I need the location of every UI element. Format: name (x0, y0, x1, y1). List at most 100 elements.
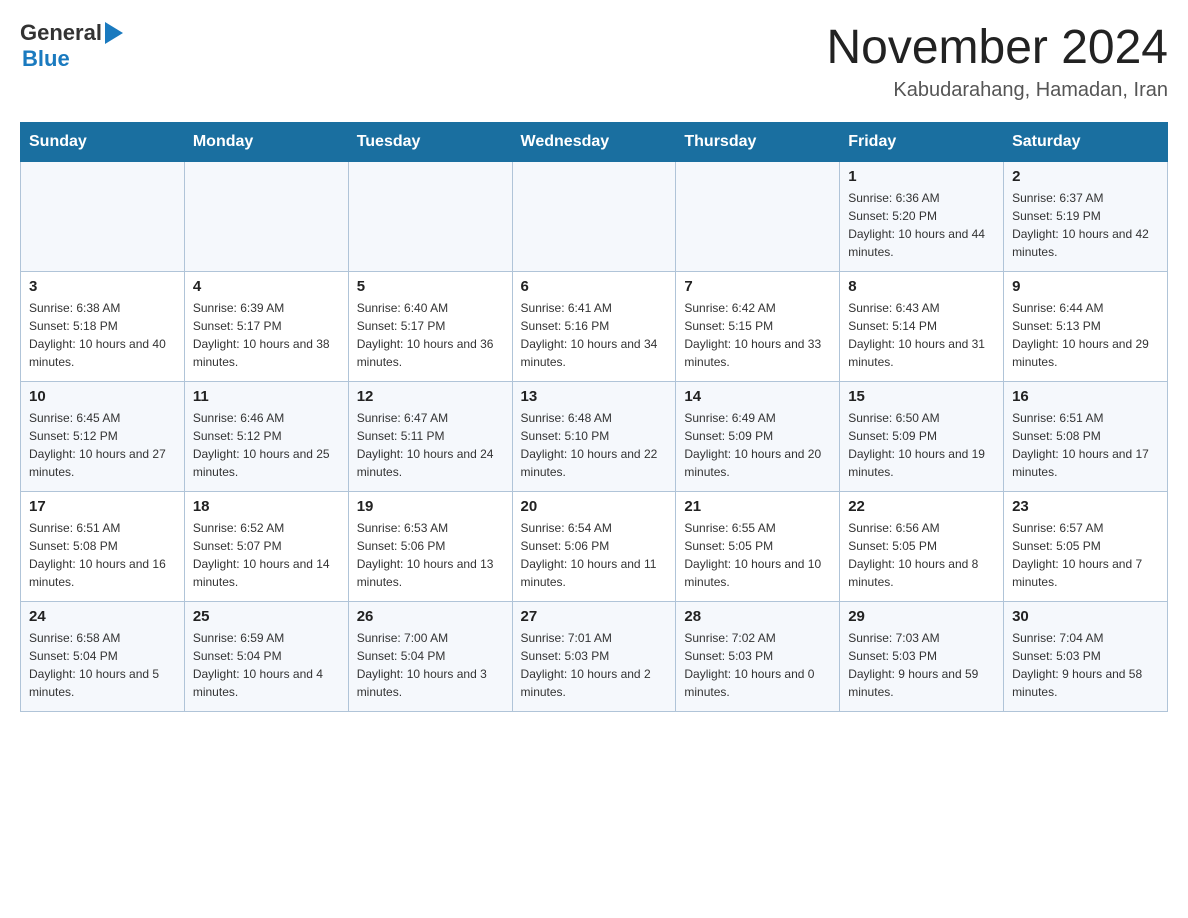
day-info: Sunrise: 6:51 AMSunset: 5:08 PMDaylight:… (29, 519, 176, 591)
calendar-cell: 7Sunrise: 6:42 AMSunset: 5:15 PMDaylight… (676, 272, 840, 382)
calendar-cell: 1 Sunrise: 6:36 AMSunset: 5:20 PMDaylight… (840, 162, 1004, 272)
day-info: Sunrise: 7:02 AMSunset: 5:03 PMDaylight:… (684, 629, 831, 701)
day-info: Sunrise: 6:51 AMSunset: 5:08 PMDaylight:… (1012, 409, 1159, 481)
day-number: 28 (684, 608, 831, 625)
logo-general: General (20, 20, 102, 46)
day-number: 20 (521, 498, 668, 515)
day-info: Sunrise: 7:03 AMSunset: 5:03 PMDaylight:… (848, 629, 995, 701)
day-info: Sunrise: 6:36 AMSunset: 5:20 PMDaylight:… (848, 189, 995, 261)
week-row-2: 3 Sunrise: 6:38 AMSunset: 5:18 PMDaylight… (21, 272, 1168, 382)
logo: General Blue (20, 20, 123, 72)
calendar-cell: 23 Sunrise: 6:57 AMSunset: 5:05 PMDayligh… (1004, 492, 1168, 602)
day-number: 24 (29, 608, 176, 625)
day-info: Sunrise: 6:48 AMSunset: 5:10 PMDaylight:… (521, 409, 668, 481)
calendar-cell: 25 Sunrise: 6:59 AMSunset: 5:04 PMDayligh… (184, 602, 348, 712)
day-info: Sunrise: 6:52 AMSunset: 5:07 PMDaylight:… (193, 519, 340, 591)
location: Kabudarahang, Hamadan, Iran (826, 79, 1168, 102)
day-header-thursday: Thursday (676, 123, 840, 162)
calendar-cell: 9Sunrise: 6:44 AMSunset: 5:13 PMDaylight… (1004, 272, 1168, 382)
day-number: 6 (521, 278, 668, 295)
day-number: 27 (521, 608, 668, 625)
day-header-monday: Monday (184, 123, 348, 162)
day-info: Sunrise: 6:44 AMSunset: 5:13 PMDaylight:… (1012, 299, 1159, 371)
day-number: 29 (848, 608, 995, 625)
calendar-cell: 16Sunrise: 6:51 AMSunset: 5:08 PMDayligh… (1004, 382, 1168, 492)
week-row-5: 24Sunrise: 6:58 AMSunset: 5:04 PMDayligh… (21, 602, 1168, 712)
day-number: 1 (848, 168, 995, 185)
day-number: 22 (848, 498, 995, 515)
page-header: General Blue November 2024 Kabudarahang,… (20, 20, 1168, 102)
day-number: 4 (193, 278, 340, 295)
day-header-row: SundayMondayTuesdayWednesdayThursdayFrid… (21, 123, 1168, 162)
calendar-cell: 13 Sunrise: 6:48 AMSunset: 5:10 PMDayligh… (512, 382, 676, 492)
calendar-cell: 22 Sunrise: 6:56 AMSunset: 5:05 PMDayligh… (840, 492, 1004, 602)
calendar-cell: 15 Sunrise: 6:50 AMSunset: 5:09 PMDayligh… (840, 382, 1004, 492)
day-number: 13 (521, 388, 668, 405)
calendar-cell: 21Sunrise: 6:55 AMSunset: 5:05 PMDayligh… (676, 492, 840, 602)
day-info: Sunrise: 6:37 AMSunset: 5:19 PMDaylight:… (1012, 189, 1159, 261)
day-info: Sunrise: 7:04 AMSunset: 5:03 PMDaylight:… (1012, 629, 1159, 701)
calendar-cell: 14 Sunrise: 6:49 AMSunset: 5:09 PMDayligh… (676, 382, 840, 492)
calendar-cell: 10 Sunrise: 6:45 AMSunset: 5:12 PMDayligh… (21, 382, 185, 492)
day-info: Sunrise: 6:47 AMSunset: 5:11 PMDaylight:… (357, 409, 504, 481)
day-info: Sunrise: 6:41 AMSunset: 5:16 PMDaylight:… (521, 299, 668, 371)
day-number: 23 (1012, 498, 1159, 515)
day-number: 12 (357, 388, 504, 405)
calendar-cell: 29 Sunrise: 7:03 AMSunset: 5:03 PMDayligh… (840, 602, 1004, 712)
calendar-cell: 6 Sunrise: 6:41 AMSunset: 5:16 PMDaylight… (512, 272, 676, 382)
logo-arrow-icon (105, 22, 123, 44)
day-number: 3 (29, 278, 176, 295)
day-info: Sunrise: 6:59 AMSunset: 5:04 PMDaylight:… (193, 629, 340, 701)
week-row-4: 17 Sunrise: 6:51 AMSunset: 5:08 PMDayligh… (21, 492, 1168, 602)
calendar-cell: 19 Sunrise: 6:53 AMSunset: 5:06 PMDayligh… (348, 492, 512, 602)
calendar-cell: 26Sunrise: 7:00 AMSunset: 5:04 PMDayligh… (348, 602, 512, 712)
day-info: Sunrise: 6:42 AMSunset: 5:15 PMDaylight:… (684, 299, 831, 371)
day-number: 25 (193, 608, 340, 625)
day-info: Sunrise: 6:53 AMSunset: 5:06 PMDaylight:… (357, 519, 504, 591)
calendar-cell: 20 Sunrise: 6:54 AMSunset: 5:06 PMDayligh… (512, 492, 676, 602)
day-number: 14 (684, 388, 831, 405)
day-header-tuesday: Tuesday (348, 123, 512, 162)
day-number: 10 (29, 388, 176, 405)
day-info: Sunrise: 7:01 AMSunset: 5:03 PMDaylight:… (521, 629, 668, 701)
day-number: 18 (193, 498, 340, 515)
calendar-cell (184, 162, 348, 272)
day-header-wednesday: Wednesday (512, 123, 676, 162)
calendar-cell (348, 162, 512, 272)
calendar-cell: 17 Sunrise: 6:51 AMSunset: 5:08 PMDayligh… (21, 492, 185, 602)
day-info: Sunrise: 6:56 AMSunset: 5:05 PMDaylight:… (848, 519, 995, 591)
day-info: Sunrise: 6:40 AMSunset: 5:17 PMDaylight:… (357, 299, 504, 371)
calendar-cell: 8Sunrise: 6:43 AMSunset: 5:14 PMDaylight… (840, 272, 1004, 382)
day-info: Sunrise: 6:46 AMSunset: 5:12 PMDaylight:… (193, 409, 340, 481)
day-header-sunday: Sunday (21, 123, 185, 162)
day-info: Sunrise: 6:38 AMSunset: 5:18 PMDaylight:… (29, 299, 176, 371)
calendar-table: SundayMondayTuesdayWednesdayThursdayFrid… (20, 122, 1168, 712)
day-number: 15 (848, 388, 995, 405)
calendar-cell (676, 162, 840, 272)
calendar-cell: 4 Sunrise: 6:39 AMSunset: 5:17 PMDaylight… (184, 272, 348, 382)
calendar-cell (512, 162, 676, 272)
calendar-cell: 30Sunrise: 7:04 AMSunset: 5:03 PMDayligh… (1004, 602, 1168, 712)
day-info: Sunrise: 6:54 AMSunset: 5:06 PMDaylight:… (521, 519, 668, 591)
title-section: November 2024 Kabudarahang, Hamadan, Ira… (826, 20, 1168, 102)
week-row-3: 10 Sunrise: 6:45 AMSunset: 5:12 PMDayligh… (21, 382, 1168, 492)
day-number: 19 (357, 498, 504, 515)
calendar-cell: 3 Sunrise: 6:38 AMSunset: 5:18 PMDaylight… (21, 272, 185, 382)
logo-blue: Blue (22, 46, 70, 72)
day-number: 5 (357, 278, 504, 295)
day-header-saturday: Saturday (1004, 123, 1168, 162)
day-info: Sunrise: 6:45 AMSunset: 5:12 PMDaylight:… (29, 409, 176, 481)
calendar-cell (21, 162, 185, 272)
week-row-1: 1 Sunrise: 6:36 AMSunset: 5:20 PMDaylight… (21, 162, 1168, 272)
day-info: Sunrise: 6:39 AMSunset: 5:17 PMDaylight:… (193, 299, 340, 371)
day-number: 17 (29, 498, 176, 515)
day-info: Sunrise: 6:57 AMSunset: 5:05 PMDaylight:… (1012, 519, 1159, 591)
calendar-cell: 18 Sunrise: 6:52 AMSunset: 5:07 PMDayligh… (184, 492, 348, 602)
day-number: 8 (848, 278, 995, 295)
day-info: Sunrise: 6:49 AMSunset: 5:09 PMDaylight:… (684, 409, 831, 481)
calendar-cell: 5 Sunrise: 6:40 AMSunset: 5:17 PMDaylight… (348, 272, 512, 382)
day-number: 2 (1012, 168, 1159, 185)
day-number: 26 (357, 608, 504, 625)
day-info: Sunrise: 6:50 AMSunset: 5:09 PMDaylight:… (848, 409, 995, 481)
day-header-friday: Friday (840, 123, 1004, 162)
